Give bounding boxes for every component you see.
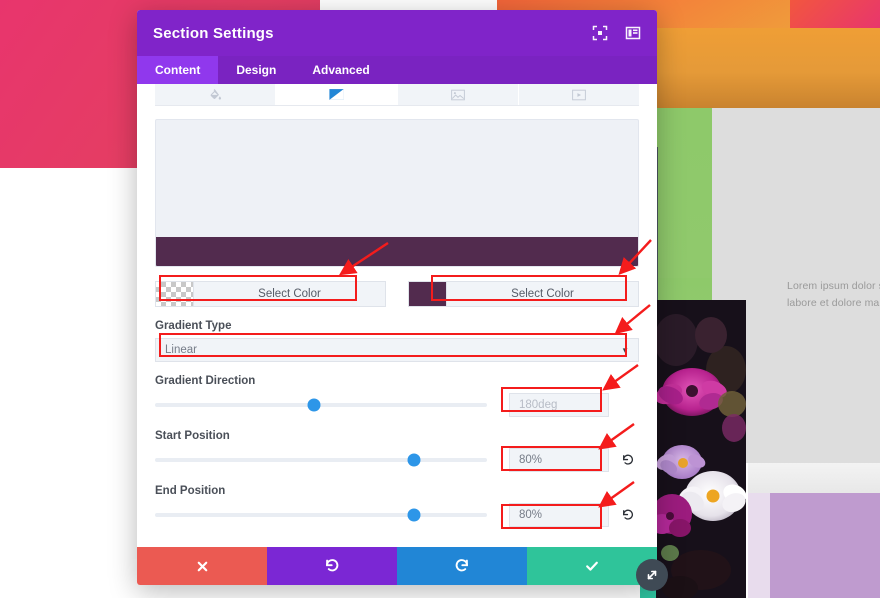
bg-green-column-top: [653, 108, 712, 278]
gradient-type-select[interactable]: Linear ▼: [155, 338, 639, 362]
lorem-text-block: Lorem ipsum dolor si labore et dolore ma: [787, 278, 880, 312]
end-position-slider[interactable]: [155, 508, 487, 522]
cancel-button[interactable]: [137, 547, 267, 585]
gradient-type-field: Gradient Type Linear ▼: [155, 320, 639, 362]
start-position-slider-knob[interactable]: [407, 453, 421, 467]
undo-button[interactable]: [267, 547, 397, 585]
screen: Lorem ipsum dolor si labore et dolore ma: [0, 0, 880, 598]
bg-lavender-pale-block: [748, 493, 770, 598]
end-color-swatch: [409, 282, 447, 306]
end-position-slider-knob[interactable]: [407, 508, 421, 522]
start-color-button[interactable]: Select Color: [155, 281, 386, 307]
gradient-color-buttons: Select Color Select Color: [155, 281, 639, 307]
start-position-field: Start Position 80%: [155, 430, 639, 472]
gradient-type-value: Linear: [165, 344, 197, 356]
gradient-direction-slider-knob[interactable]: [307, 398, 321, 412]
modal-footer: [137, 547, 657, 585]
lorem-line-1: Lorem ipsum dolor si: [787, 280, 880, 292]
start-position-value[interactable]: 80%: [509, 448, 609, 472]
background-image-tab[interactable]: [397, 84, 519, 105]
chevron-down-icon: ▼: [621, 345, 629, 355]
gradient-direction-slider[interactable]: [155, 398, 487, 412]
bg-orange-inner-block: [653, 28, 880, 108]
end-position-field: End Position 80%: [155, 485, 639, 527]
background-color-tab[interactable]: [155, 84, 277, 105]
start-position-slider[interactable]: [155, 453, 487, 467]
background-gradient-tab[interactable]: [276, 84, 398, 105]
flower-photo: [656, 300, 746, 598]
tab-advanced[interactable]: Advanced: [294, 56, 387, 84]
tab-design[interactable]: Design: [218, 56, 294, 84]
start-position-label: Start Position: [155, 430, 230, 442]
start-position-reset-button[interactable]: [617, 453, 639, 467]
gradient-direction-field: Gradient Direction 180deg: [155, 375, 639, 417]
lorem-line-2: labore et dolore ma: [787, 297, 880, 309]
gradient-preview: [155, 119, 639, 267]
gradient-direction-value[interactable]: 180deg: [509, 393, 609, 417]
modal-header-icons: [592, 25, 641, 41]
end-position-label: End Position: [155, 485, 226, 497]
end-position-value[interactable]: 80%: [509, 503, 609, 527]
layout-panel-icon[interactable]: [625, 25, 641, 41]
modal-tabbar: Content Design Advanced: [137, 56, 657, 84]
resize-handle[interactable]: [636, 559, 668, 591]
background-type-tabs: [155, 84, 639, 106]
end-color-button[interactable]: Select Color: [408, 281, 639, 307]
background-video-tab[interactable]: [518, 84, 639, 105]
end-color-label: Select Color: [511, 288, 574, 300]
modal-header: Section Settings: [137, 10, 657, 56]
modal-title: Section Settings: [153, 24, 274, 42]
gradient-direction-label: Gradient Direction: [155, 375, 256, 387]
bg-pink-corner-block: [790, 0, 880, 30]
gradient-type-label: Gradient Type: [155, 320, 232, 332]
modal-body: Select Color Select Color Gradient Type …: [137, 84, 657, 547]
start-color-label: Select Color: [258, 288, 321, 300]
tab-content[interactable]: Content: [137, 56, 219, 84]
end-position-reset-button[interactable]: [617, 508, 639, 522]
section-settings-modal: Section Settings Content Design Advanced…: [137, 10, 657, 585]
start-color-swatch: [156, 282, 194, 306]
redo-button[interactable]: [397, 547, 527, 585]
focus-icon[interactable]: [592, 25, 608, 41]
